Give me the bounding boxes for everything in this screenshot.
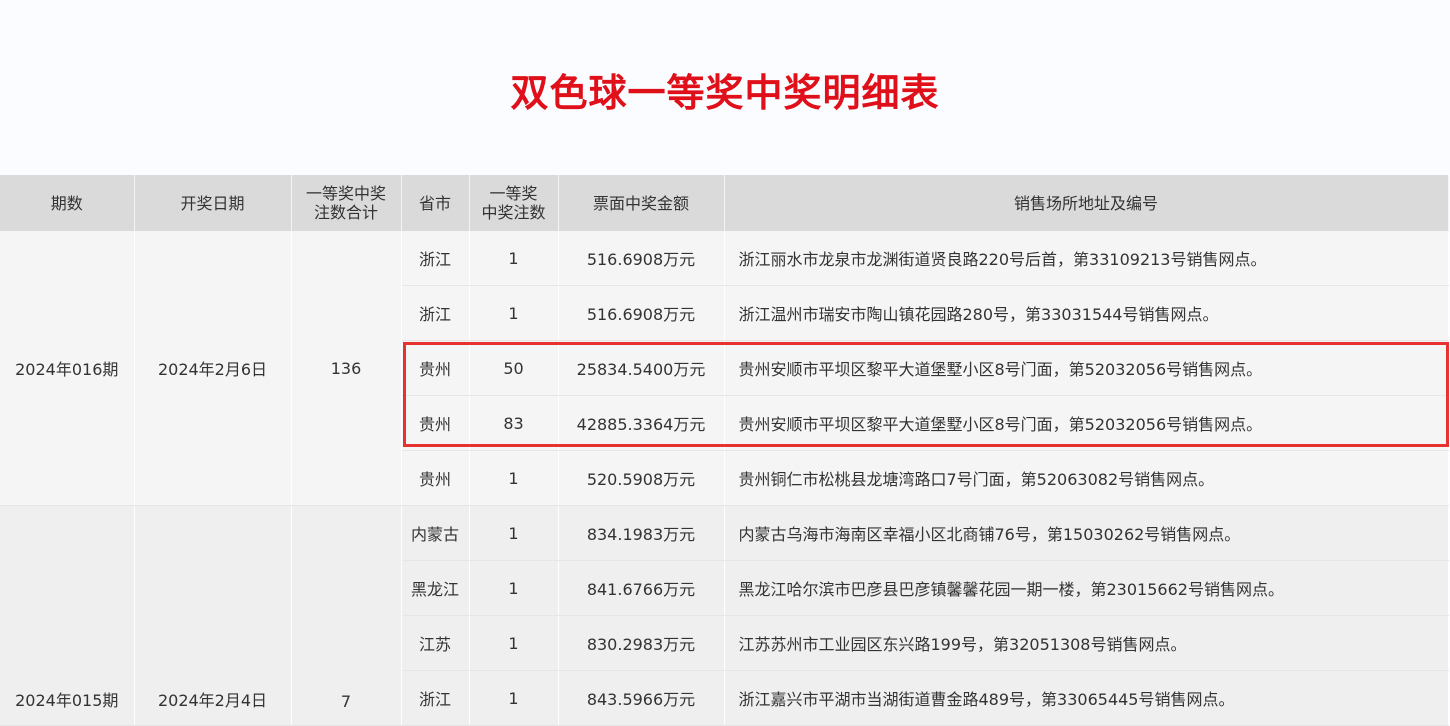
province-cell: 江苏 xyxy=(401,615,470,671)
count-cell: 1 xyxy=(469,615,559,671)
header-amount: 票面中奖金额 xyxy=(558,175,725,231)
address-cell: 贵州安顺市平坝区黎平大道堡墅小区8号门面，第52032056号销售网点。 xyxy=(724,340,1449,396)
address-cell: 贵州安顺市平坝区黎平大道堡墅小区8号门面，第52032056号销售网点。 xyxy=(724,395,1449,451)
province-cell: 贵州 xyxy=(401,450,470,506)
address-cell: 内蒙古乌海市海南区幸福小区北商铺76号，第15030262号销售网点。 xyxy=(724,505,1449,561)
address-cell: 浙江嘉兴市平湖市当湖街道曹金路489号，第33065445号销售网点。 xyxy=(724,670,1449,726)
amount-cell: 25834.5400万元 xyxy=(558,340,725,396)
count-cell: 83 xyxy=(469,395,559,451)
province-cell: 黑龙江 xyxy=(401,560,470,616)
province-cell: 内蒙古 xyxy=(401,505,470,561)
count-cell: 1 xyxy=(469,450,559,506)
count-cell: 50 xyxy=(469,340,559,396)
address-cell: 黑龙江哈尔滨市巴彦县巴彦镇馨馨花园一期一楼，第23015662号销售网点。 xyxy=(724,560,1449,616)
date-cell: 2024年2月6日 xyxy=(134,231,292,506)
amount-cell: 841.6766万元 xyxy=(558,560,725,616)
total-cell: 7 xyxy=(291,505,402,726)
table-row: 2024年016期 2024年2月6日 136 浙江 1 516.6908万元 … xyxy=(0,231,1449,506)
amount-cell: 843.5966万元 xyxy=(558,670,725,726)
province-cell: 浙江 xyxy=(401,285,470,341)
address-cell: 浙江丽水市龙泉市龙渊街道贤良路220号后首，第33109213号销售网点。 xyxy=(724,231,1449,286)
header-count: 一等奖 中奖注数 xyxy=(469,175,559,231)
period-cell: 2024年015期 xyxy=(0,505,135,726)
amount-cell: 42885.3364万元 xyxy=(558,395,725,451)
page-title: 双色球一等奖中奖明细表 xyxy=(510,71,940,115)
header-period: 期数 xyxy=(0,175,135,231)
count-cell: 1 xyxy=(469,505,559,561)
province-cell: 浙江 xyxy=(401,231,470,286)
header-total: 一等奖中奖 注数合计 xyxy=(291,175,402,231)
province-cell: 贵州 xyxy=(401,340,470,396)
table-header-row: 期数 开奖日期 一等奖中奖 注数合计 省市 一等奖 中奖注数 票面中奖金额 销售场所… xyxy=(0,175,1449,231)
address-cell: 浙江温州市瑞安市陶山镇花园路280号，第33031544号销售网点。 xyxy=(724,285,1449,341)
date-cell: 2024年2月4日 xyxy=(134,505,292,726)
province-cell: 浙江 xyxy=(401,670,470,726)
amount-cell: 516.6908万元 xyxy=(558,231,725,286)
address-cell: 江苏苏州市工业园区东兴路199号，第32051308号销售网点。 xyxy=(724,615,1449,671)
count-cell: 1 xyxy=(469,560,559,616)
count-cell: 1 xyxy=(469,231,559,286)
period-cell: 2024年016期 xyxy=(0,231,135,506)
amount-cell: 834.1983万元 xyxy=(558,505,725,561)
address-cell: 贵州铜仁市松桃县龙塘湾路口7号门面，第52063082号销售网点。 xyxy=(724,450,1449,506)
amount-cell: 516.6908万元 xyxy=(558,285,725,341)
table-row: 2024年015期 2024年2月4日 7 内蒙古 1 834.1983万元 内… xyxy=(0,505,1449,726)
count-cell: 1 xyxy=(469,670,559,726)
header-address: 销售场所地址及编号 xyxy=(724,175,1449,231)
total-cell: 136 xyxy=(291,231,402,506)
header-date: 开奖日期 xyxy=(134,175,292,231)
table-body: 2024年016期 2024年2月6日 136 浙江 1 516.6908万元 … xyxy=(0,231,1449,726)
amount-cell: 520.5908万元 xyxy=(558,450,725,506)
count-cell: 1 xyxy=(469,285,559,341)
winners-table: 期数 开奖日期 一等奖中奖 注数合计 省市 一等奖 中奖注数 票面中奖金额 销售场所… xyxy=(0,175,1449,726)
header-province: 省市 xyxy=(401,175,470,231)
province-cell: 贵州 xyxy=(401,395,470,451)
amount-cell: 830.2983万元 xyxy=(558,615,725,671)
